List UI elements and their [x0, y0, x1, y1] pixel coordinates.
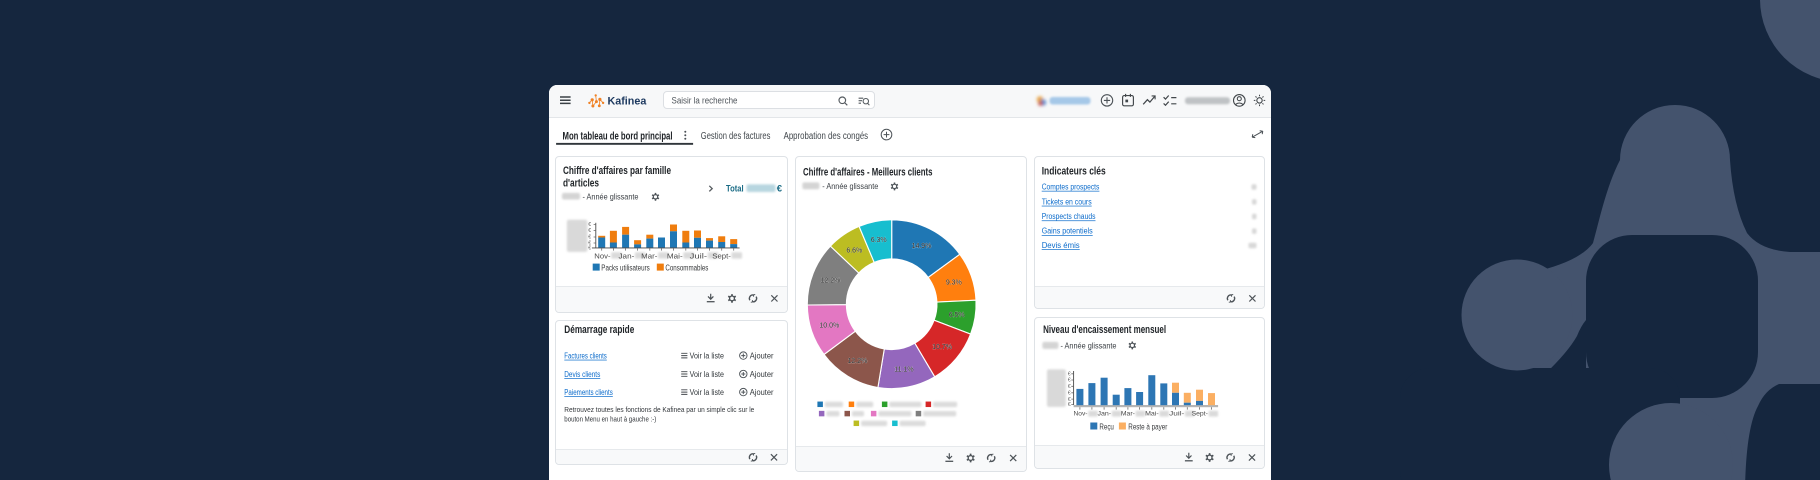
svg-text:Mon tableau de bord principal: Mon tableau de bord principal [563, 130, 673, 142]
svg-text:Devis clients: Devis clients [564, 370, 600, 379]
svg-text:Reçu: Reçu [1099, 422, 1114, 431]
svg-text:Saisir la recherche: Saisir la recherche [672, 95, 738, 105]
svg-text:€: € [1068, 384, 1071, 390]
svg-text:9.3%: 9.3% [946, 280, 962, 287]
svg-text:Gains potentiels: Gains potentiels [1042, 227, 1093, 236]
svg-text:Approbation des congés: Approbation des congés [784, 131, 869, 142]
svg-text:Ajouter: Ajouter [750, 370, 774, 379]
svg-text:Comptes prospects: Comptes prospects [1042, 183, 1100, 192]
svg-text:Packs utilisateurs: Packs utilisateurs [601, 264, 650, 273]
svg-text:Indicateurs clés: Indicateurs clés [1042, 166, 1106, 178]
svg-text:- Année glissante: - Année glissante [583, 192, 639, 202]
svg-text:Reste à payer: Reste à payer [1128, 422, 1167, 431]
svg-text:Juil-: Juil- [690, 253, 708, 260]
svg-text:Voir la liste: Voir la liste [690, 370, 725, 379]
svg-text:6.3%: 6.3% [871, 237, 887, 244]
svg-text:€: € [588, 245, 591, 251]
svg-text:Juil-: Juil- [1169, 411, 1184, 418]
svg-text:12.2%: 12.2% [847, 358, 867, 365]
svg-text:Prospects chauds: Prospects chauds [1042, 212, 1096, 221]
svg-text:12.2%: 12.2% [820, 278, 840, 285]
svg-text:Ajouter: Ajouter [750, 388, 774, 397]
svg-text:Nov-: Nov- [1074, 411, 1088, 418]
svg-text:Factures clients: Factures clients [564, 351, 607, 360]
svg-text:Devis émis: Devis émis [1042, 241, 1080, 250]
svg-text:6.6%: 6.6% [846, 247, 862, 254]
svg-text:Mar-: Mar- [641, 253, 658, 260]
svg-text:Voir la liste: Voir la liste [690, 351, 725, 360]
svg-text:Sept-: Sept- [712, 253, 731, 260]
svg-text:- Année glissante: - Année glissante [822, 181, 878, 191]
svg-text:Démarrage rapide: Démarrage rapide [564, 324, 634, 336]
svg-text:Mai-: Mai- [1145, 411, 1159, 418]
svg-text:€: € [588, 228, 591, 234]
svg-text:€: € [1068, 372, 1071, 378]
svg-text:Tickets en cours: Tickets en cours [1042, 197, 1092, 206]
svg-text:Jan-: Jan- [1098, 411, 1112, 418]
svg-text:Mar-: Mar- [1121, 411, 1135, 418]
svg-text:Retrouvez toutes les fonctions: Retrouvez toutes les fonctions de Kafine… [564, 405, 754, 414]
svg-text:Jan-: Jan- [619, 253, 636, 260]
svg-text:Ajouter: Ajouter [750, 351, 774, 360]
svg-text:Voir la liste: Voir la liste [690, 388, 725, 397]
svg-text:bouton Menu en haut à gauche :: bouton Menu en haut à gauche :-) [564, 415, 656, 424]
svg-text:€: € [777, 183, 783, 194]
svg-text:€: € [1068, 391, 1071, 397]
svg-text:Sept-: Sept- [1192, 411, 1208, 418]
svg-text:€: € [1068, 402, 1071, 408]
svg-text:11.1%: 11.1% [894, 366, 913, 373]
svg-text:- Année glissante: - Année glissante [1061, 341, 1117, 351]
svg-text:Total: Total [726, 183, 744, 194]
svg-text:10.0%: 10.0% [819, 323, 839, 330]
svg-text:14.9%: 14.9% [912, 243, 932, 250]
svg-text:Chiffre d'affaires par famille: Chiffre d'affaires par famille [563, 165, 671, 177]
svg-text:6.5%: 6.5% [949, 312, 965, 319]
svg-text:Gestion des factures: Gestion des factures [701, 131, 771, 142]
svg-text:€: € [1068, 378, 1071, 384]
svg-text:Nov-: Nov- [594, 253, 611, 260]
svg-text:Paiements clients: Paiements clients [564, 388, 613, 397]
svg-text:10.7%: 10.7% [932, 344, 952, 351]
svg-text:Kafinea: Kafinea [608, 96, 648, 108]
svg-text:Chiffre d'affaires - Meilleurs: Chiffre d'affaires - Meilleurs clients [803, 167, 933, 179]
svg-text:Mai-: Mai- [667, 253, 684, 260]
svg-text:Consommables: Consommables [665, 264, 708, 273]
svg-text:Niveau d'encaissement mensuel: Niveau d'encaissement mensuel [1043, 324, 1166, 336]
svg-text:d'articles: d'articles [563, 178, 599, 190]
